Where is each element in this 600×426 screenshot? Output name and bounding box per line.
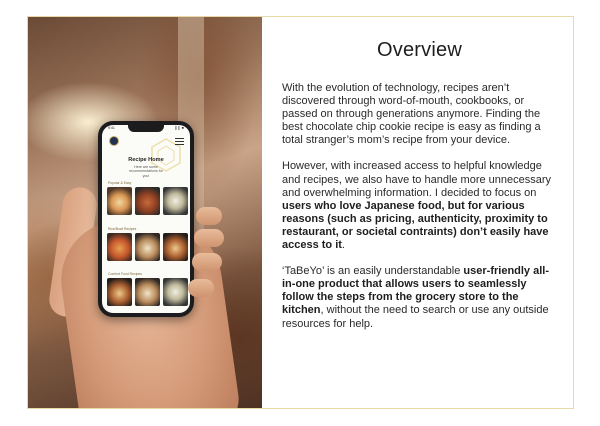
phone-notch <box>128 125 164 132</box>
section-label: Comfort Food Recipes <box>108 272 142 276</box>
paragraph: With the evolution of technology, recipe… <box>282 82 557 147</box>
recipe-thumbnail[interactable] <box>163 233 188 261</box>
app-logo-icon[interactable] <box>109 136 119 146</box>
finger <box>188 279 214 297</box>
recipe-thumbnail[interactable] <box>135 233 160 261</box>
recipe-row <box>107 278 189 306</box>
app-screen: 9:41 ▎▎■ Recipe Home Here are some recom… <box>102 125 190 313</box>
recipe-thumbnail[interactable] <box>107 233 132 261</box>
section-label: Rice/Bowl Recipes <box>108 227 137 231</box>
phone-mockup: 9:41 ▎▎■ Recipe Home Here are some recom… <box>98 121 194 317</box>
hamburger-menu-icon[interactable] <box>175 138 184 145</box>
body-text: However, with increased access to helpfu… <box>282 160 552 199</box>
status-time: 9:41 <box>108 126 115 130</box>
finger <box>196 207 222 225</box>
hand-holding-phone-photo: 9:41 ▎▎■ Recipe Home Here are some recom… <box>28 17 262 408</box>
recipe-row <box>107 233 189 261</box>
page-title: Overview <box>377 39 462 61</box>
overview-slide: 9:41 ▎▎■ Recipe Home Here are some recom… <box>27 16 574 409</box>
finger <box>192 253 222 271</box>
app-screen-title: Recipe Home <box>128 157 164 163</box>
paragraph: However, with increased access to helpfu… <box>282 160 557 252</box>
recipe-thumbnail[interactable] <box>135 187 160 215</box>
body-text: . <box>341 239 345 252</box>
recipe-row <box>107 187 189 215</box>
section-label: Popular & Easy <box>108 181 132 185</box>
recipe-thumbnail[interactable] <box>135 278 160 306</box>
recipe-thumbnail[interactable] <box>163 278 188 306</box>
overview-text-panel: Overview With the evolution of technolog… <box>262 17 575 408</box>
body-text: With the evolution of technology, recipe… <box>282 82 541 147</box>
body-text: , without the need to search or use any … <box>282 304 549 330</box>
app-screen-subtitle: Here are some recommendations for you! <box>129 165 163 178</box>
paragraph: ‘TaBeYo’ is an easily understandable use… <box>282 265 557 330</box>
status-icons: ▎▎■ <box>175 126 184 130</box>
finger <box>194 229 224 247</box>
recipe-thumbnail[interactable] <box>163 187 188 215</box>
body-text: ‘TaBeYo’ is an easily understandable <box>282 265 464 278</box>
emphasis-text: users who love Japanese food, but for va… <box>282 199 549 252</box>
recipe-thumbnail[interactable] <box>107 278 132 306</box>
recipe-thumbnail[interactable] <box>107 187 132 215</box>
